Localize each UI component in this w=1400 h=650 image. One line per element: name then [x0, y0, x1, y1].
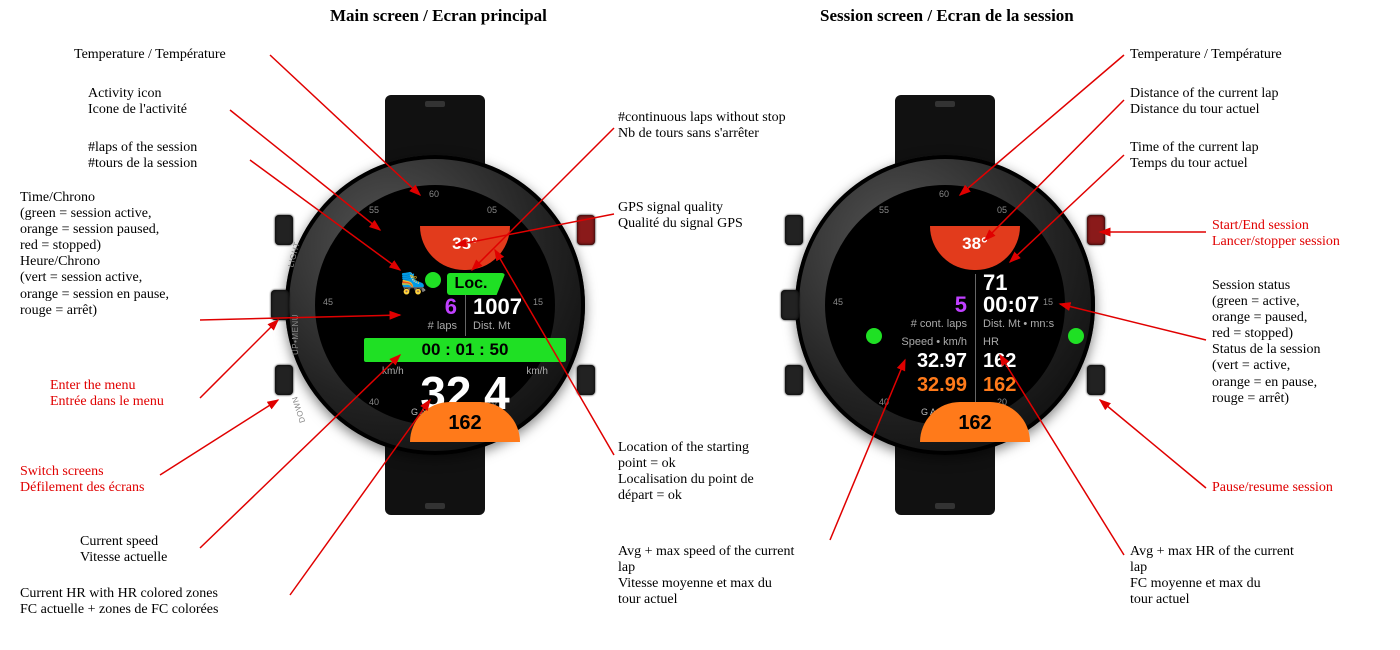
lbl-activity-icon: Activity icon Icone de l'activité: [88, 86, 187, 118]
lbl-hr: Current HR with HR colored zones FC actu…: [20, 586, 218, 618]
lbl-menu: Enter the menu Entrée dans le menu: [50, 378, 164, 410]
location-pill: Loc.: [447, 273, 506, 295]
lbl-pause: Pause/resume session: [1212, 480, 1333, 496]
hr-max: 162: [975, 374, 1080, 397]
button-back[interactable]: [577, 365, 595, 395]
watchface-session: 38° 71 5 00:07 # cont. laps Dist. Mt •: [870, 230, 1080, 440]
dist-value: 1007: [465, 294, 570, 320]
lbl-loc: Location of the starting point = ok Loca…: [618, 440, 754, 504]
button-down[interactable]: [785, 365, 803, 395]
button-upmenu[interactable]: [781, 290, 799, 320]
gps-dot: [425, 272, 441, 288]
lap-time: 00:07: [975, 292, 1080, 318]
lbl-laps: #laps of the session #tours de la sessio…: [88, 140, 197, 172]
bezel: 60 05 15 20 30 40 45 55 GARMIN 38° 🛼 Loc…: [315, 185, 555, 425]
lbl-gps: GPS signal quality Qualité du signal GPS: [618, 200, 743, 232]
diagram-page: Main screen / Ecran principal Session sc…: [0, 0, 1400, 650]
lbl-avgspeed: Avg + max speed of the current lap Vites…: [618, 544, 794, 608]
lbl-switch: Switch screens Défilement des écrans: [20, 464, 144, 496]
laps-value: 6: [360, 294, 465, 320]
lbl-lapdist: Distance of the current lap Distance du …: [1130, 86, 1279, 118]
lbl-time: Time/Chrono (green = session active, ora…: [20, 190, 169, 319]
watchface-main: 38° 🛼 Loc. 6 1007 # laps Dist. Mt: [360, 230, 570, 440]
lbl-laptime: Time of the current lap Temps du tour ac…: [1130, 140, 1259, 172]
lbl-contlaps: #continuous laps without stop Nb de tour…: [618, 110, 786, 142]
button-down[interactable]: [275, 365, 293, 395]
timer-bar: 00 : 01 : 50: [364, 338, 566, 362]
watch-case: LIGHT UP•MENU DOWN 60 05 15 20 30 40 45 …: [285, 155, 585, 455]
title-session: Session screen / Ecran de la session: [820, 6, 1074, 26]
hr-avg: 162: [975, 350, 1080, 373]
button-upmenu[interactable]: [271, 290, 289, 320]
watch-main: LIGHT UP•MENU DOWN 60 05 15 20 30 40 45 …: [270, 95, 600, 515]
button-startstop[interactable]: [577, 215, 595, 245]
title-main: Main screen / Ecran principal: [330, 6, 547, 26]
hr-badge: 162: [920, 402, 1030, 442]
cont-laps: 5: [870, 292, 975, 318]
lbl-temperature-l: Temperature / Température: [74, 47, 226, 63]
lbl-status: Session status (green = active, orange =…: [1212, 278, 1321, 407]
watch-session: 60 05 15 20 30 40 45 55 GARMIN 38° 71: [780, 95, 1110, 515]
temperature-badge: 38°: [420, 226, 510, 270]
speed-max: 32.99: [870, 374, 975, 397]
button-light[interactable]: [275, 215, 293, 245]
lbl-speed: Current speed Vitesse actuelle: [80, 534, 167, 566]
lbl-temperature-r: Temperature / Température: [1130, 47, 1282, 63]
button-startstop[interactable]: [1087, 215, 1105, 245]
lbl-avghr: Avg + max HR of the current lap FC moyen…: [1130, 544, 1294, 608]
temperature-badge: 38°: [930, 226, 1020, 270]
button-light[interactable]: [785, 215, 803, 245]
button-back[interactable]: [1087, 365, 1105, 395]
speed-avg: 32.97: [870, 350, 975, 373]
lbl-startend: Start/End session Lancer/stopper session: [1212, 218, 1340, 250]
